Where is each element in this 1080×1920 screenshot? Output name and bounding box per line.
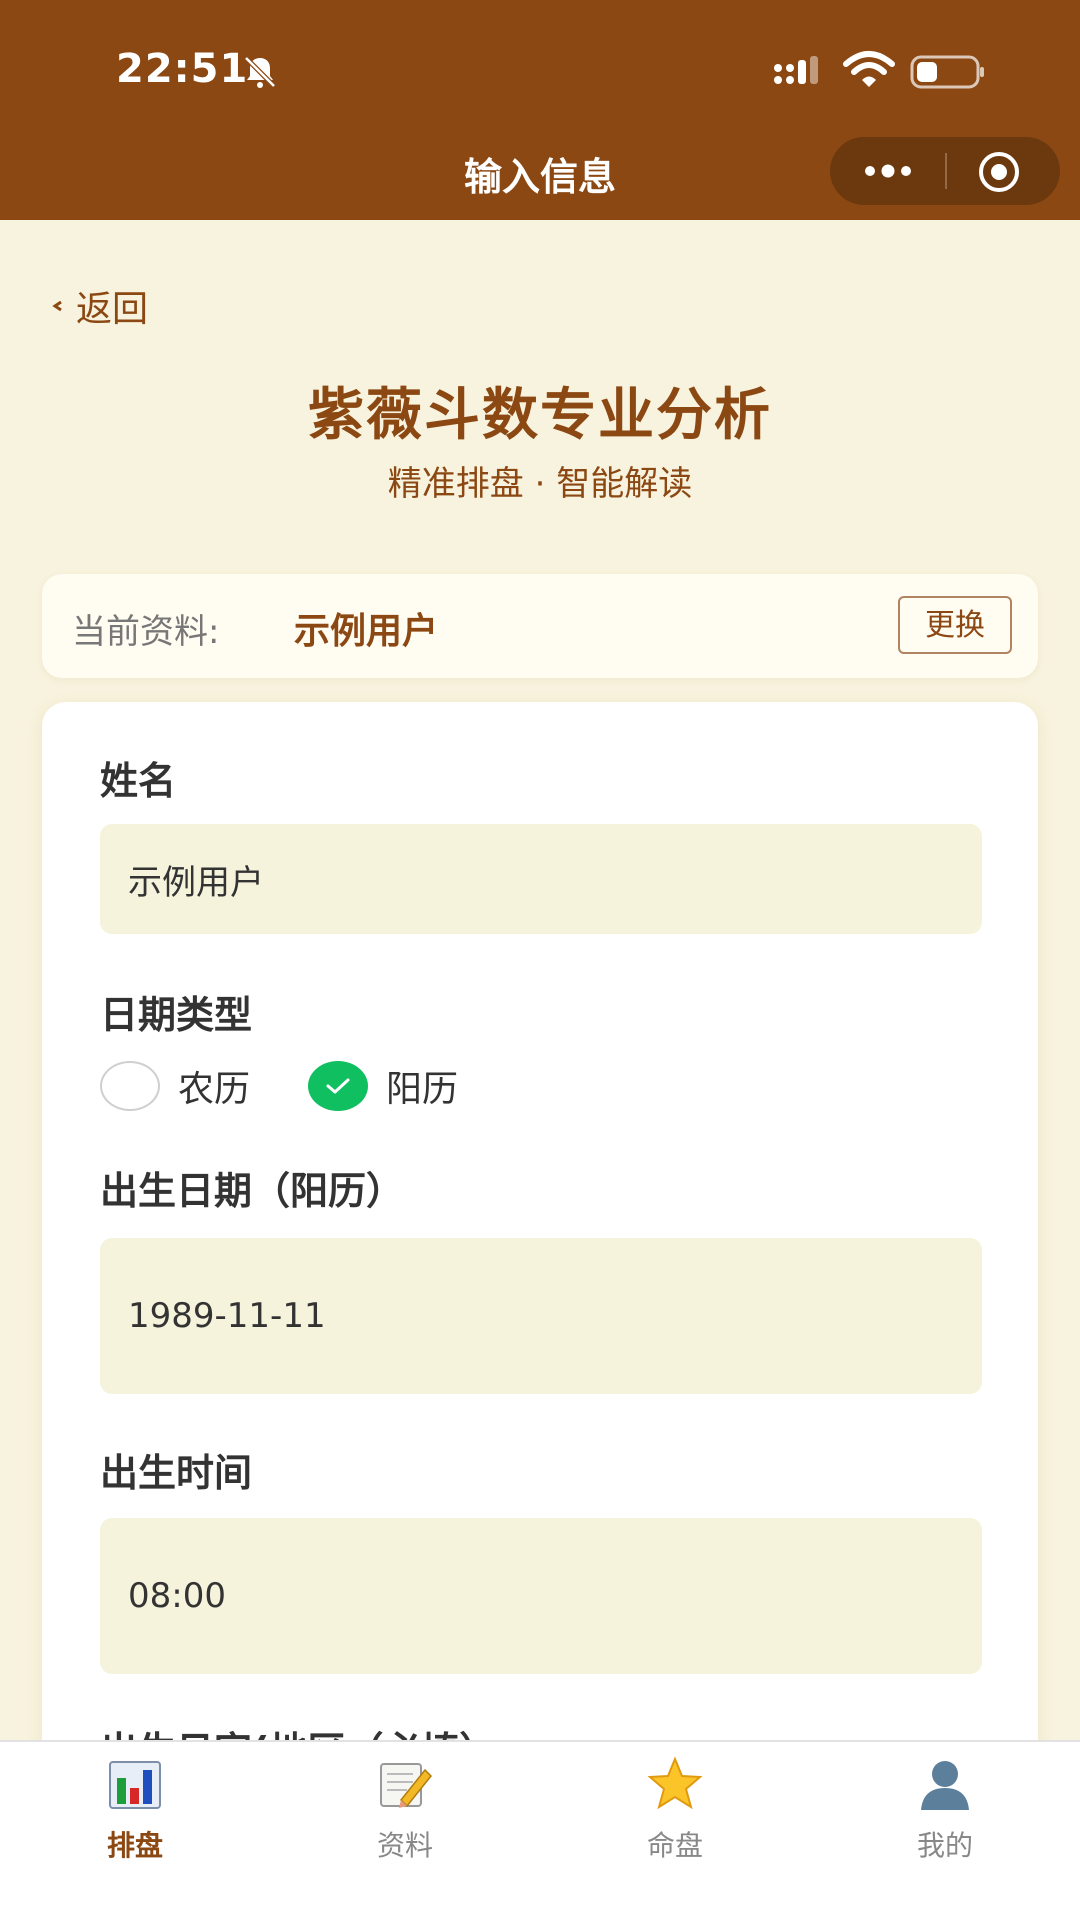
wifi-icon [843,51,895,87]
more-icon[interactable] [862,159,914,183]
cellular-signal-icon [774,56,818,84]
bell-muted-icon [244,56,276,88]
birth-time-input[interactable]: 08:00 [100,1518,982,1674]
page-subtitle: 精准排盘 · 智能解读 [387,464,693,504]
tab-wode[interactable]: 我的 [810,1756,1080,1864]
birth-date-label: 出生日期（阳历） [100,1169,405,1213]
bar-chart-icon [109,1761,161,1809]
current-profile-card: 当前资料: 示例用户 更换 [42,574,1038,678]
screen: 22:51 输入信息 返回 紫薇斗数专业分析 精准排盘 · 智能解读 当前资料:… [0,0,1080,1920]
tab-label-wode: 我的 [916,1829,973,1862]
tab-ziliao[interactable]: 资料 [270,1756,540,1864]
birth-time-label: 出生时间 [100,1451,253,1495]
radio-lunar[interactable]: 农历 [100,1060,250,1112]
page-title: 紫薇斗数专业分析 [308,383,772,448]
radio-solar-label: 阳历 [386,1069,459,1110]
radio-lunar-label: 农历 [178,1069,251,1110]
close-target-icon[interactable] [978,151,1020,193]
name-label: 姓名 [100,759,177,803]
check-icon [326,1078,350,1094]
chevron-left-icon [52,300,62,312]
current-profile-label: 当前资料: [72,612,220,652]
current-profile-name: 示例用户 [294,611,439,652]
form-card: 姓名 示例用户 日期类型 农历 阳历 出生日期（阳历） 1989-11-11 出… [42,702,1038,1920]
mini-program-capsule [830,137,1060,205]
status-time: 22:51 [116,46,249,92]
star-icon [647,1756,703,1810]
back-button[interactable]: 返回 [48,280,148,332]
date-type-radio-group: 农历 阳历 [100,1060,516,1112]
tab-label-mingpan: 命盘 [646,1829,703,1862]
top-bar: 22:51 输入信息 [0,0,1080,220]
birth-date-input[interactable]: 1989-11-11 [100,1238,982,1394]
user-silhouette-icon [921,1761,969,1810]
date-type-label: 日期类型 [100,993,253,1037]
radio-circle-checked[interactable] [308,1061,369,1111]
tab-label-ziliao: 资料 [376,1829,433,1862]
change-profile-button[interactable]: 更换 [898,596,1012,654]
back-label: 返回 [76,289,149,330]
tab-label-paipan: 排盘 [106,1829,163,1862]
radio-circle-unchecked[interactable] [100,1061,160,1111]
bottom-tab-bar: 排盘 资料 命盘 我的 [0,1740,1080,1920]
name-input[interactable]: 示例用户 [100,824,982,934]
memo-pencil-icon [380,1763,433,1808]
radio-solar[interactable]: 阳历 [308,1060,458,1112]
battery-icon [910,55,984,89]
tab-mingpan[interactable]: 命盘 [540,1756,810,1864]
capsule-divider [945,153,947,189]
tab-paipan[interactable]: 排盘 [0,1756,270,1864]
